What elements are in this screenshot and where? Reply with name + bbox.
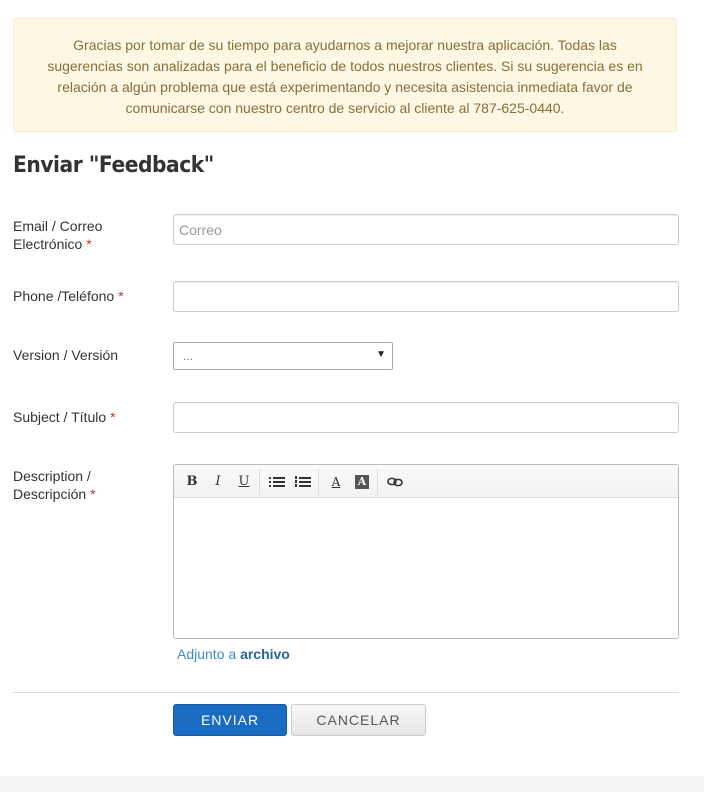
bullet-list-button[interactable] (267, 472, 287, 492)
background-color-button[interactable]: A (352, 472, 372, 492)
attach-file: Adjunto a archivo (177, 646, 290, 662)
italic-button[interactable]: I (208, 472, 228, 492)
cancel-button[interactable]: CANCELAR (291, 704, 426, 736)
attach-file-link[interactable]: archivo (240, 646, 290, 662)
dropdown-arrow-icon: ▼ (376, 349, 386, 360)
subject-label: Subject / Título * (13, 409, 116, 425)
subject-input[interactable] (173, 402, 679, 433)
underline-button[interactable]: U (234, 472, 254, 492)
link-icon (387, 477, 403, 486)
required-mark: * (118, 288, 124, 304)
submit-button[interactable]: ENVIAR (173, 704, 287, 736)
email-label: Email / Correo Electrónico * (13, 218, 103, 252)
email-input[interactable] (173, 214, 679, 245)
required-mark: * (90, 486, 96, 502)
toolbar-divider (377, 469, 378, 495)
numbered-list-icon (295, 475, 311, 487)
page-footer (0, 776, 704, 792)
phone-input[interactable] (173, 281, 679, 312)
bold-button[interactable]: B (182, 472, 202, 492)
page-title: Enviar "Feedback" (13, 153, 214, 178)
version-select[interactable]: ... ▼ (173, 342, 393, 370)
description-textarea[interactable] (174, 498, 678, 638)
required-mark: * (86, 236, 92, 252)
description-label: Description / Descripción * (13, 468, 96, 502)
form-divider (13, 692, 679, 693)
notice-text: Gracias por tomar de su tiempo para ayud… (47, 37, 643, 116)
toolbar-divider (318, 469, 319, 495)
version-label: Version / Versión (13, 347, 119, 363)
bullet-list-icon (269, 476, 285, 487)
phone-label: Phone /Teléfono * (13, 288, 124, 304)
version-selected-value: ... (183, 349, 194, 363)
numbered-list-button[interactable] (293, 472, 313, 492)
link-button[interactable] (385, 472, 405, 492)
description-editor: B I U A A (173, 464, 679, 639)
editor-toolbar: B I U A A (174, 465, 678, 498)
feedback-notice: Gracias por tomar de su tiempo para ayud… (13, 18, 677, 132)
background-color-icon: A (355, 474, 369, 489)
attach-prefix: Adjunto a (177, 646, 241, 662)
font-color-button[interactable]: A (326, 472, 346, 492)
required-mark: * (110, 409, 116, 425)
toolbar-divider (259, 469, 260, 495)
